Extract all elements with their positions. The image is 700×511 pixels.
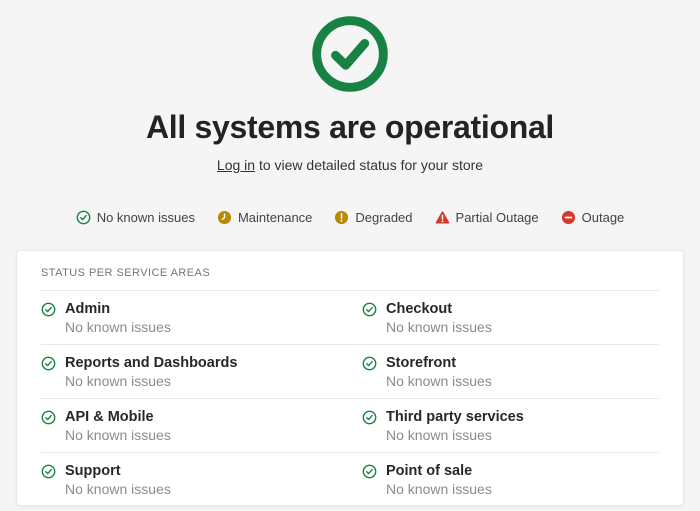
card-header: STATUS PER SERVICE AREAS: [41, 251, 659, 291]
service-row: Admin No known issues Checkout No known …: [41, 291, 659, 345]
subtitle-text: to view detailed status for your store: [255, 157, 484, 173]
check-circle-icon: [41, 410, 56, 425]
service-item: Third party services No known issues: [362, 408, 659, 444]
service-status: No known issues: [65, 481, 171, 497]
service-status: No known issues: [386, 373, 492, 389]
service-row: Support No known issues Point of sale No…: [41, 453, 659, 506]
minus-circle-icon: [561, 210, 576, 225]
subtitle: Log in to view detailed status for your …: [0, 157, 700, 173]
service-name: Point of sale: [386, 463, 473, 479]
service-status: No known issues: [386, 319, 492, 335]
check-circle-icon: [41, 464, 56, 479]
status-legend: No known issues Maintenance Degraded Par…: [0, 210, 700, 225]
service-rows: Admin No known issues Checkout No known …: [41, 291, 659, 506]
service-item: API & Mobile No known issues: [41, 408, 338, 444]
service-status: No known issues: [65, 319, 171, 335]
service-name: Storefront: [386, 355, 457, 371]
legend-label: Partial Outage: [455, 210, 539, 225]
legend-item: Outage: [561, 210, 625, 225]
service-row: API & Mobile No known issues Third party…: [41, 399, 659, 453]
clock-icon: [217, 210, 232, 225]
service-name: Checkout: [386, 301, 453, 317]
warning-triangle-icon: [435, 210, 450, 225]
service-name: Admin: [65, 301, 111, 317]
legend-item: Partial Outage: [435, 210, 539, 225]
service-item: Point of sale No known issues: [362, 462, 659, 498]
check-circle-icon: [362, 410, 377, 425]
check-circle-icon: [362, 464, 377, 479]
service-status: No known issues: [65, 427, 171, 443]
service-item: Reports and Dashboards No known issues: [41, 354, 338, 390]
legend-item: Degraded: [334, 210, 413, 225]
page-title: All systems are operational: [145, 109, 555, 145]
log-in-link[interactable]: Log in: [217, 157, 255, 173]
service-name: Third party services: [386, 409, 524, 425]
service-areas-card: STATUS PER SERVICE AREAS Admin No known …: [16, 250, 684, 506]
service-item: Admin No known issues: [41, 300, 338, 336]
service-row: Reports and Dashboards No known issues S…: [41, 345, 659, 399]
legend-label: Degraded: [355, 210, 413, 225]
check-circle-icon: [41, 356, 56, 371]
service-name: Reports and Dashboards: [65, 355, 238, 371]
check-circle-icon: [41, 302, 56, 317]
check-circle-icon: [309, 13, 391, 95]
service-status: No known issues: [386, 481, 492, 497]
exclamation-circle-icon: [334, 210, 349, 225]
service-status: No known issues: [386, 427, 492, 443]
check-circle-icon: [76, 210, 91, 225]
legend-label: Maintenance: [237, 210, 313, 225]
service-item: Support No known issues: [41, 462, 338, 498]
status-page: All systems are operational Log in to vi…: [0, 0, 700, 511]
service-name: API & Mobile: [65, 409, 154, 425]
legend-label: Outage: [581, 210, 625, 225]
check-circle-icon: [362, 356, 377, 371]
legend-item: Maintenance: [217, 210, 312, 225]
service-item: Checkout No known issues: [362, 300, 659, 336]
service-name: Support: [65, 463, 121, 479]
legend-item: No known issues: [76, 210, 195, 225]
check-circle-icon: [362, 302, 377, 317]
hero-section: All systems are operational Log in to vi…: [0, 0, 700, 173]
service-item: Storefront No known issues: [362, 354, 659, 390]
legend-label: No known issues: [96, 210, 195, 225]
service-status: No known issues: [65, 373, 171, 389]
